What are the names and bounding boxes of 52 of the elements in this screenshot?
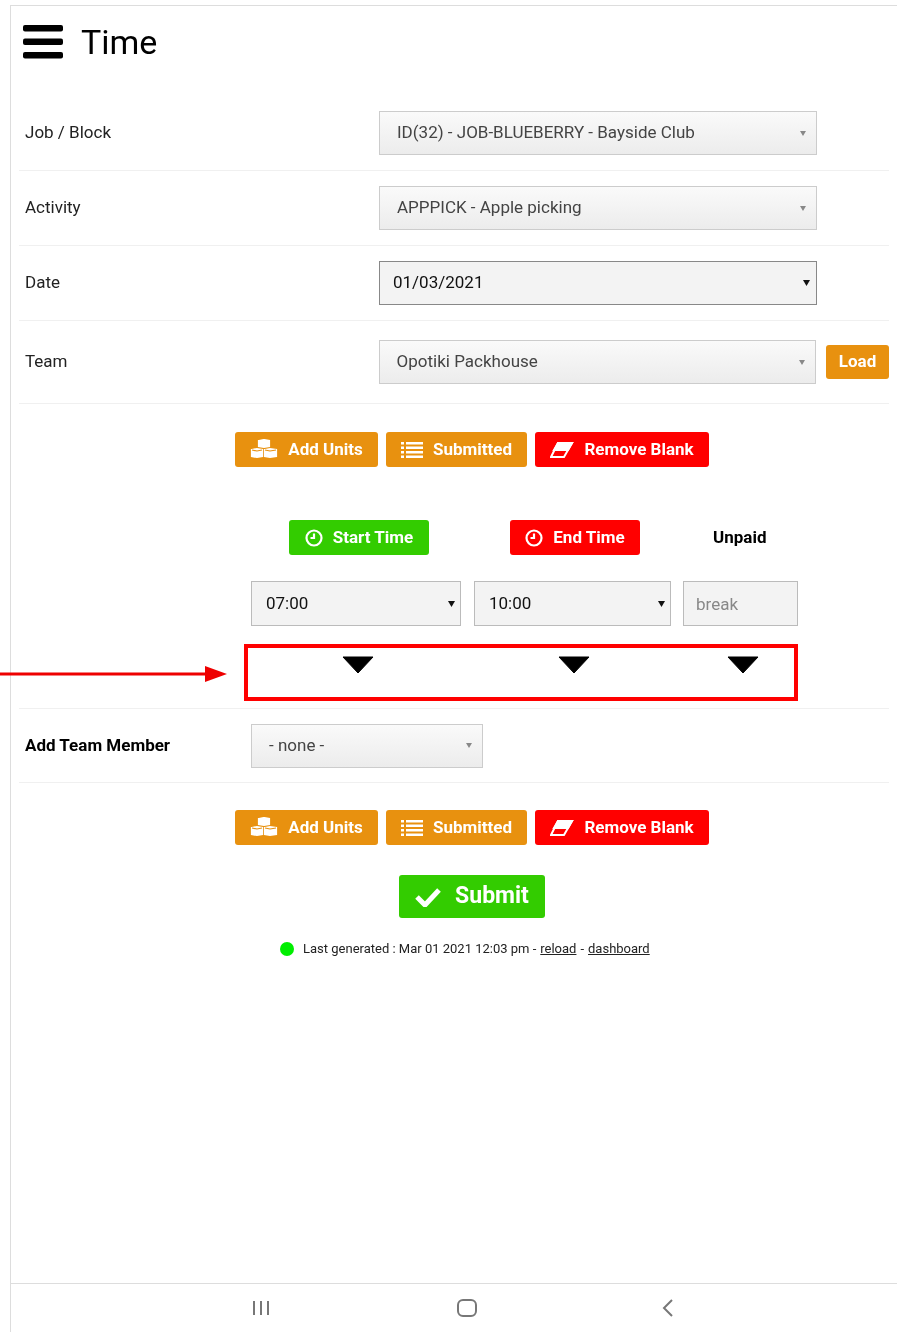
clock-icon	[304, 528, 323, 547]
field-label: Job / Block	[24, 121, 112, 145]
field-label: Team	[24, 350, 69, 374]
menu-icon[interactable]	[23, 25, 63, 59]
select-field[interactable]: Opotiki Packhouse	[378, 340, 817, 384]
caret-icon	[800, 205, 806, 211]
action-button[interactable]: Add Units	[235, 810, 378, 845]
status-text: Last generated : Mar 01 2021 12:03 pm -	[303, 940, 537, 958]
caret-icon	[658, 600, 665, 607]
home-icon[interactable]	[457, 1299, 477, 1317]
submit-button[interactable]: Submit	[399, 875, 545, 918]
dashboard-link[interactable]: dashboard	[588, 939, 650, 959]
action-button[interactable]: Remove Blank	[535, 810, 709, 845]
page-title: Time	[81, 20, 158, 64]
break-input[interactable]: break	[683, 581, 798, 626]
down-triangle-icon	[342, 656, 374, 674]
eraser-icon	[550, 440, 575, 459]
select-field[interactable]: ID(32) - JOB-BLUEBERRY - Bayside Club	[379, 111, 817, 155]
select-field[interactable]: 01/03/2021	[379, 261, 817, 305]
list-icon	[400, 818, 423, 837]
cubes-icon	[250, 438, 279, 461]
caret-icon	[799, 359, 806, 365]
clock-icon	[525, 528, 544, 547]
caret-icon	[466, 743, 472, 748]
field-label: Date	[24, 271, 61, 295]
reload-link[interactable]: reload	[540, 939, 577, 959]
caret-icon	[800, 130, 806, 136]
end-time-button[interactable]: End Time	[510, 520, 640, 555]
start-time-button[interactable]: Start Time	[289, 520, 429, 555]
back-icon[interactable]	[662, 1299, 674, 1317]
down-triangle-icon	[727, 656, 759, 674]
start-time-select[interactable]: 07:00	[251, 581, 461, 626]
caret-icon	[448, 600, 455, 607]
team-member-label: Add Team Member	[24, 733, 172, 757]
caret-icon	[803, 280, 810, 286]
down-triangle-icon	[558, 656, 590, 674]
end-time-select[interactable]: 10:00	[474, 581, 671, 626]
check-icon	[415, 886, 442, 907]
eraser-icon	[550, 818, 575, 837]
action-button[interactable]: Submitted	[386, 432, 527, 467]
action-button[interactable]: Submitted	[386, 810, 527, 845]
action-button[interactable]: Remove Blank	[535, 432, 709, 467]
separator-text: -	[580, 940, 585, 958]
team-member-select[interactable]: - none -	[251, 723, 483, 768]
recent-apps-icon[interactable]	[252, 1300, 270, 1316]
cubes-icon	[250, 816, 279, 839]
unpaid-label: Unpaid	[713, 525, 767, 549]
list-icon	[400, 440, 423, 459]
select-field[interactable]: APPPICK - Apple picking	[379, 186, 817, 230]
load-button[interactable]: Load	[826, 345, 889, 379]
action-button[interactable]: Add Units	[235, 432, 378, 467]
field-label: Activity	[24, 196, 82, 220]
